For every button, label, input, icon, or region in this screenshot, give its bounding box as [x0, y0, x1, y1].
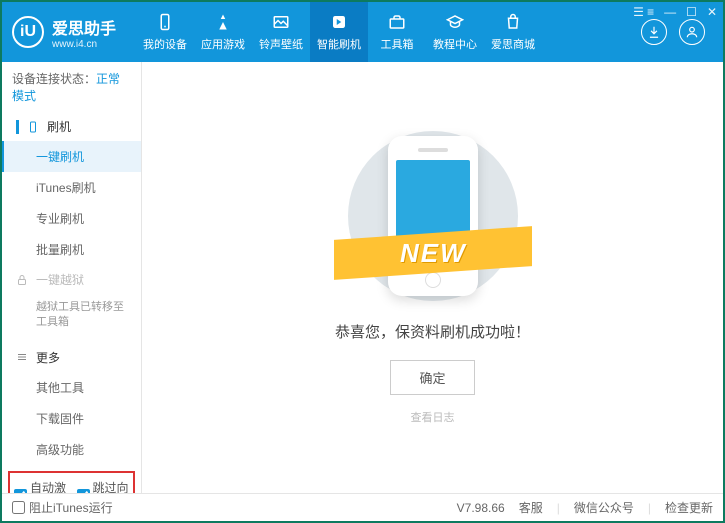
checkbox-skip-guide[interactable]: 跳过向导	[77, 479, 130, 493]
nav-tutorials[interactable]: 教程中心	[426, 2, 484, 62]
sidebar-item-firmware[interactable]: 下载固件	[2, 403, 141, 434]
nav-my-device[interactable]: 我的设备	[136, 2, 194, 62]
minimize-button[interactable]: —	[664, 5, 676, 19]
store-icon	[503, 12, 523, 32]
ok-button[interactable]: 确定	[390, 360, 474, 395]
nav-store[interactable]: 爱思商城	[484, 2, 542, 62]
version-label: V7.98.66	[457, 501, 505, 515]
sidebar-item-pro[interactable]: 专业刷机	[2, 203, 141, 234]
nav-apps[interactable]: 应用游戏	[194, 2, 252, 62]
checkbox-highlight: 自动激活 跳过向导	[8, 471, 135, 493]
jailbreak-note: 越狱工具已转移至工具箱	[2, 294, 141, 337]
success-message: 恭喜您，保资料刷机成功啦！	[335, 321, 530, 342]
nav-toolbox[interactable]: 工具箱	[368, 2, 426, 62]
phone-icon	[27, 121, 39, 133]
logo: iU 爱思助手 www.i4.cn	[12, 15, 116, 50]
success-illustration: NEW	[358, 131, 508, 301]
menu-icon	[16, 351, 28, 363]
maximize-button[interactable]: ☐	[686, 5, 697, 19]
lock-icon	[16, 274, 28, 286]
sidebar-item-itunes[interactable]: iTunes刷机	[2, 172, 141, 203]
update-link[interactable]: 检查更新	[665, 499, 713, 516]
sidebar-item-batch[interactable]: 批量刷机	[2, 234, 141, 265]
close-button[interactable]: ✕	[707, 5, 717, 19]
sidebar-section-flash[interactable]: 刷机	[2, 112, 141, 141]
sidebar: 设备连接状态：正常模式 刷机 一键刷机 iTunes刷机 专业刷机 批量刷机 一…	[2, 62, 142, 493]
user-button[interactable]	[679, 19, 705, 45]
wechat-link[interactable]: 微信公众号	[574, 499, 634, 516]
titlebar: iU 爱思助手 www.i4.cn 我的设备 应用游戏 铃声壁纸 智能刷机	[2, 2, 723, 62]
checkbox-block-itunes[interactable]: 阻止iTunes运行	[12, 499, 113, 516]
app-url: www.i4.cn	[52, 39, 116, 50]
sidebar-item-other[interactable]: 其他工具	[2, 372, 141, 403]
wallpaper-icon	[271, 12, 291, 32]
sidebar-section-more[interactable]: 更多	[2, 343, 141, 372]
toolbox-icon	[387, 12, 407, 32]
tutorial-icon	[445, 12, 465, 32]
connection-status: 设备连接状态：正常模式	[2, 62, 141, 112]
checkbox-auto-activate[interactable]: 自动激活	[14, 479, 67, 493]
apps-icon	[213, 12, 233, 32]
titlebar-actions	[641, 19, 705, 45]
main-nav: 我的设备 应用游戏 铃声壁纸 智能刷机 工具箱 教程中心	[136, 2, 641, 62]
download-button[interactable]	[641, 19, 667, 45]
nav-flash[interactable]: 智能刷机	[310, 2, 368, 62]
footer: 阻止iTunes运行 V7.98.66 客服| 微信公众号| 检查更新	[2, 493, 723, 521]
sidebar-item-oneclick[interactable]: 一键刷机	[2, 141, 141, 172]
view-log-link[interactable]: 查看日志	[411, 409, 455, 425]
app-title: 爱思助手	[52, 15, 116, 39]
menu-icon[interactable]: ☰ ≡	[633, 5, 654, 19]
nav-ringtones[interactable]: 铃声壁纸	[252, 2, 310, 62]
window-controls: ☰ ≡ — ☐ ✕	[633, 5, 717, 19]
app-window: ☰ ≡ — ☐ ✕ iU 爱思助手 www.i4.cn 我的设备 应用游戏 铃声…	[0, 0, 725, 523]
sidebar-item-advanced[interactable]: 高级功能	[2, 434, 141, 465]
support-link[interactable]: 客服	[519, 499, 543, 516]
phone-icon	[155, 12, 175, 32]
main-content: NEW 恭喜您，保资料刷机成功啦！ 确定 查看日志	[142, 62, 723, 493]
body: 设备连接状态：正常模式 刷机 一键刷机 iTunes刷机 专业刷机 批量刷机 一…	[2, 62, 723, 493]
sidebar-section-jailbreak: 一键越狱	[2, 265, 141, 294]
logo-icon: iU	[12, 16, 44, 48]
flash-icon	[329, 12, 349, 32]
